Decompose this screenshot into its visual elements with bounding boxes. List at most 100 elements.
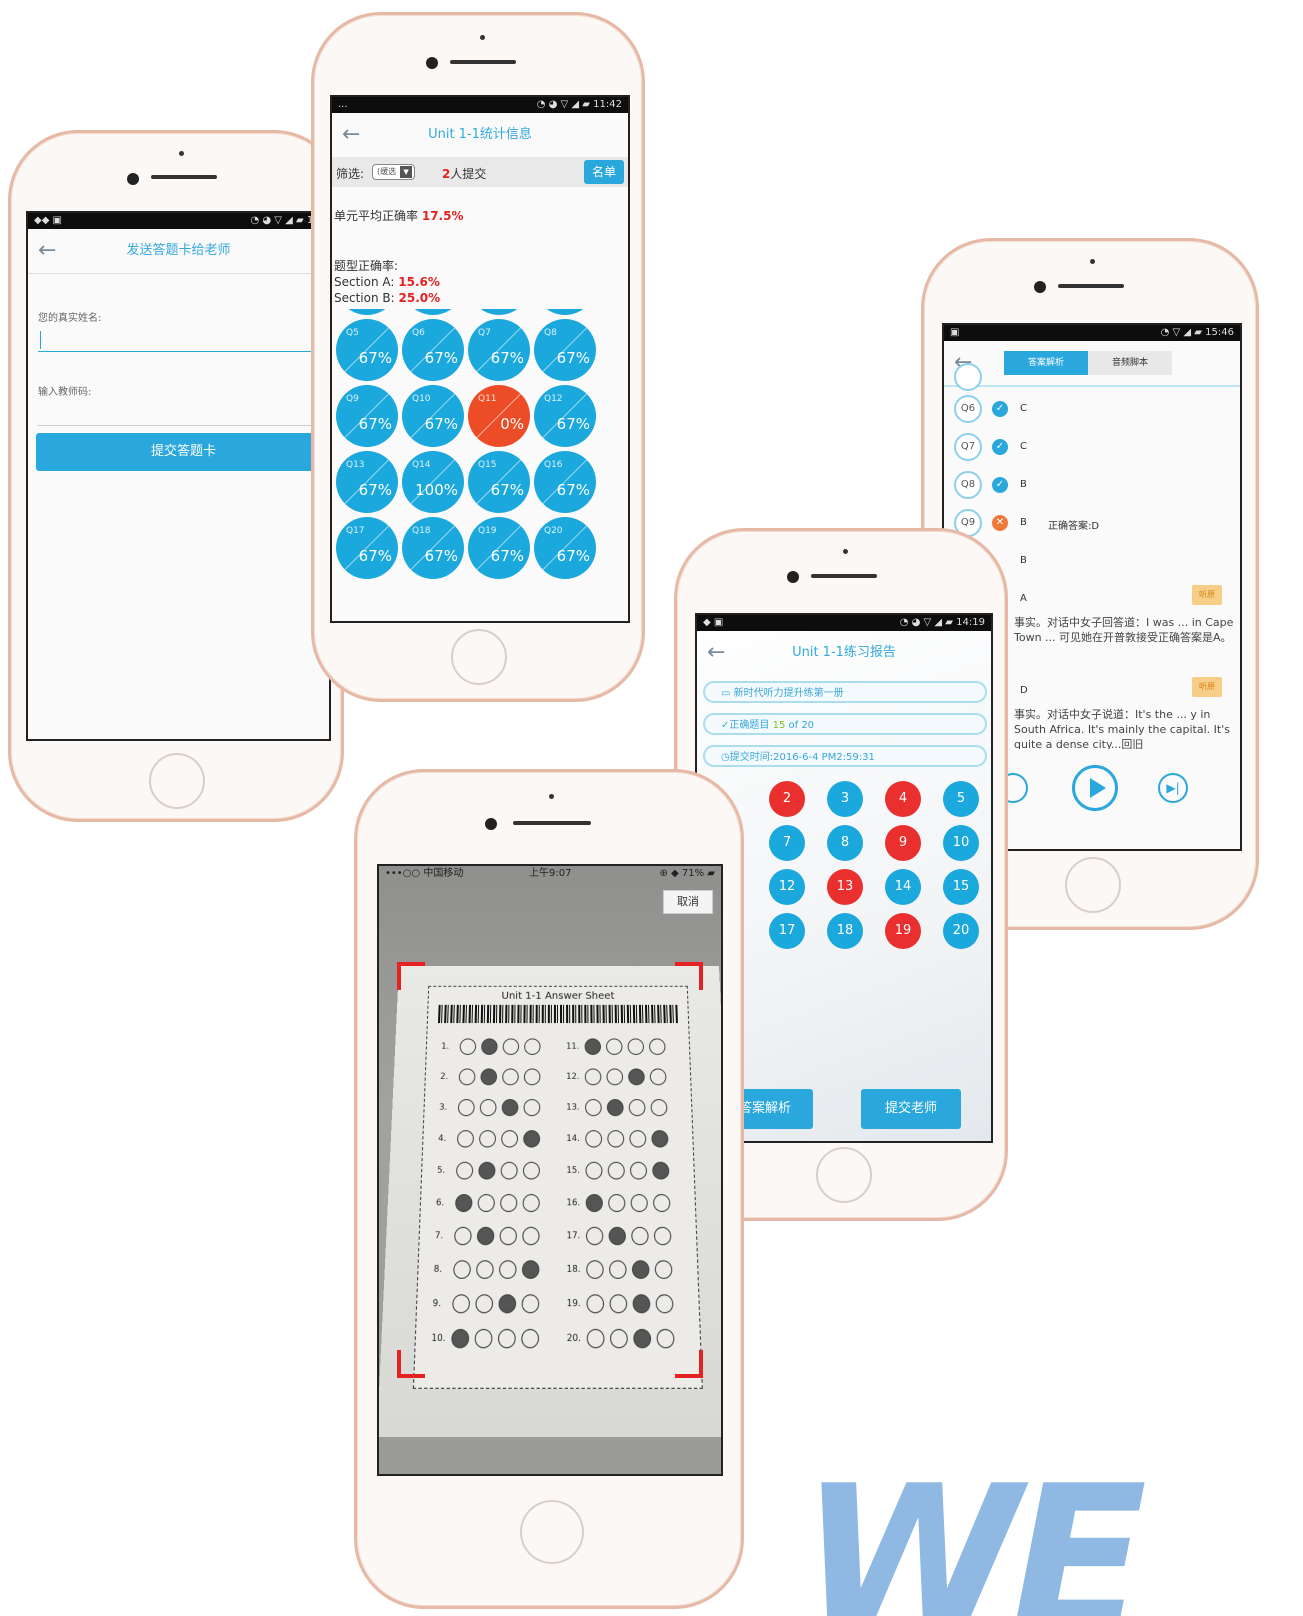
question-accuracy-circle[interactable]: Q16 67% (534, 451, 596, 513)
answer-bubble (585, 1161, 603, 1180)
answer-bubble (649, 1068, 667, 1086)
question-number: Q9 (346, 394, 359, 404)
listen-original-badge[interactable]: 听原 (1192, 677, 1222, 697)
answer-row[interactable]: Q9 ✕ B 正确答案:D (944, 509, 1240, 539)
result-circle[interactable]: 15 (943, 869, 979, 905)
answer-letter: A (1020, 593, 1027, 604)
answer-bubble (498, 1294, 517, 1314)
nav-bar: ← 发送答题卡给老师 (28, 229, 329, 274)
result-circle[interactable]: 10 (943, 825, 979, 861)
question-accuracy-circle[interactable]: Q15 67% (468, 451, 530, 513)
answer-row[interactable]: Q6 ✓ C (944, 395, 1240, 425)
answer-sheet-row: 12. (566, 1067, 680, 1088)
teacher-code-input[interactable] (38, 403, 328, 426)
question-accuracy-circle[interactable]: Q7 67% (468, 319, 530, 381)
question-accuracy-circle[interactable]: Q19 67% (468, 517, 530, 579)
question-accuracy-circle[interactable]: Q8 67% (534, 319, 596, 381)
result-circle[interactable]: 9 (885, 825, 921, 861)
sensor-dot (549, 794, 554, 799)
answer-bubble (607, 1161, 625, 1180)
status-bar: ◆ ▣ ◔ ◕ ▽ ◢ ▰ 14:19 (697, 615, 991, 631)
book-name: ▭ 新时代听力提升练第一册 (703, 681, 987, 703)
accuracy-percent: 67% (424, 415, 458, 433)
next-audio-button[interactable]: ▶| (1158, 773, 1188, 803)
question-accuracy-circle[interactable]: Q18 67% (402, 517, 464, 579)
result-circle[interactable]: 14 (885, 869, 921, 905)
question-accuracy-circle[interactable]: Q13 67% (336, 451, 398, 513)
result-circle[interactable]: 5 (943, 781, 979, 817)
answer-bubble (454, 1226, 472, 1246)
cancel-button[interactable]: 取消 (663, 890, 713, 914)
row-number: 17. (566, 1230, 581, 1241)
answer-sheet-row: 7. (434, 1226, 553, 1249)
roster-button[interactable]: 名单 (584, 160, 624, 184)
answer-bubble (655, 1294, 674, 1314)
answer-sheet-row: 11. (566, 1037, 679, 1058)
answer-bubble (454, 1194, 473, 1213)
answer-bubble (586, 1260, 604, 1279)
question-accuracy-circle[interactable]: Q14 100% (402, 451, 464, 513)
question-accuracy-circle[interactable]: Q5 67% (336, 319, 398, 381)
answer-sheet: Unit 1-1 Answer Sheet 1. 2. 3. 4. 5. 6. 7. 8. 9.… (412, 985, 703, 1389)
row-number: 5. (436, 1165, 446, 1176)
answer-bubble (627, 1038, 645, 1055)
question-accuracy-circle[interactable]: Q9 67% (336, 385, 398, 447)
answer-row[interactable]: Q8 ✓ B (944, 471, 1240, 501)
filter-select[interactable]: (缓选 ▼ (372, 164, 416, 180)
partial-circle (336, 309, 398, 315)
question-accuracy-circle[interactable]: Q12 67% (534, 385, 596, 447)
play-button[interactable] (1072, 765, 1118, 811)
submit-teacher-button[interactable]: 提交老师 (861, 1089, 961, 1129)
tab-answer-analysis[interactable]: 答案解析 (1004, 351, 1088, 375)
answer-bubble (652, 1194, 671, 1213)
answer-bubble (459, 1038, 477, 1055)
answer-sheet-row: 16. (566, 1193, 684, 1216)
question-accuracy-circle[interactable]: Q10 67% (402, 385, 464, 447)
home-button[interactable] (1065, 857, 1121, 913)
result-circle[interactable]: 20 (943, 913, 979, 949)
question-accuracy-circle[interactable]: Q17 67% (336, 517, 398, 579)
question-accuracy-circle[interactable]: Q6 67% (402, 319, 464, 381)
result-circle[interactable]: 4 (885, 781, 921, 817)
home-button[interactable] (520, 1500, 584, 1564)
name-input[interactable] (38, 329, 328, 352)
section-a-accuracy: Section A: 15.6% (334, 275, 440, 289)
submit-count: 2人提交 (442, 167, 487, 181)
front-camera (1034, 281, 1046, 293)
result-circle[interactable]: 13 (827, 869, 863, 905)
result-circle[interactable]: 19 (885, 913, 921, 949)
answer-bubble (608, 1194, 626, 1213)
result-circle[interactable]: 3 (827, 781, 863, 817)
answer-bubble (586, 1328, 605, 1349)
accuracy-percent: 67% (358, 349, 392, 367)
submit-card-button[interactable]: 提交答题卡 (36, 433, 329, 471)
page-title: 发送答题卡给老师 (126, 243, 231, 258)
name-label: 您的真实姓名: (38, 313, 102, 324)
question-accuracy-circle[interactable]: Q11 0% (468, 385, 530, 447)
home-button[interactable] (816, 1147, 872, 1203)
answer-sheet-row: 15. (566, 1161, 683, 1183)
result-circle[interactable]: 18 (827, 913, 863, 949)
row-number: 8. (433, 1263, 443, 1275)
answer-bubble (451, 1328, 470, 1349)
play-icon (1090, 778, 1106, 798)
result-circle[interactable]: 8 (827, 825, 863, 861)
answer-bubble (458, 1068, 476, 1086)
result-circle[interactable]: 12 (769, 869, 805, 905)
answer-row[interactable]: Q7 ✓ C (944, 433, 1240, 463)
answer-letter: B (1020, 555, 1027, 566)
answer-sheet-row: 17. (567, 1226, 686, 1249)
listen-original-badge[interactable]: 听原 (1192, 585, 1222, 605)
result-circle[interactable]: 7 (769, 825, 805, 861)
home-button[interactable] (149, 753, 205, 809)
home-button[interactable] (451, 629, 507, 685)
result-circle[interactable]: 17 (769, 913, 805, 949)
book-icon: ▭ (721, 688, 734, 699)
screen: ... ◔ ◕ ▽ ◢ ▰ 11:42 ← Unit 1-1统计信息 筛选: (… (330, 95, 630, 623)
tab-audio-script[interactable]: 音频脚本 (1088, 351, 1172, 375)
answer-bubble (501, 1099, 519, 1117)
answer-bubble (608, 1260, 627, 1279)
question-accuracy-circle[interactable]: Q20 67% (534, 517, 596, 579)
result-circle[interactable]: 2 (769, 781, 805, 817)
explanation-text: 事实。对话中女子说道：It's the ... y in South Afric… (1014, 708, 1230, 749)
